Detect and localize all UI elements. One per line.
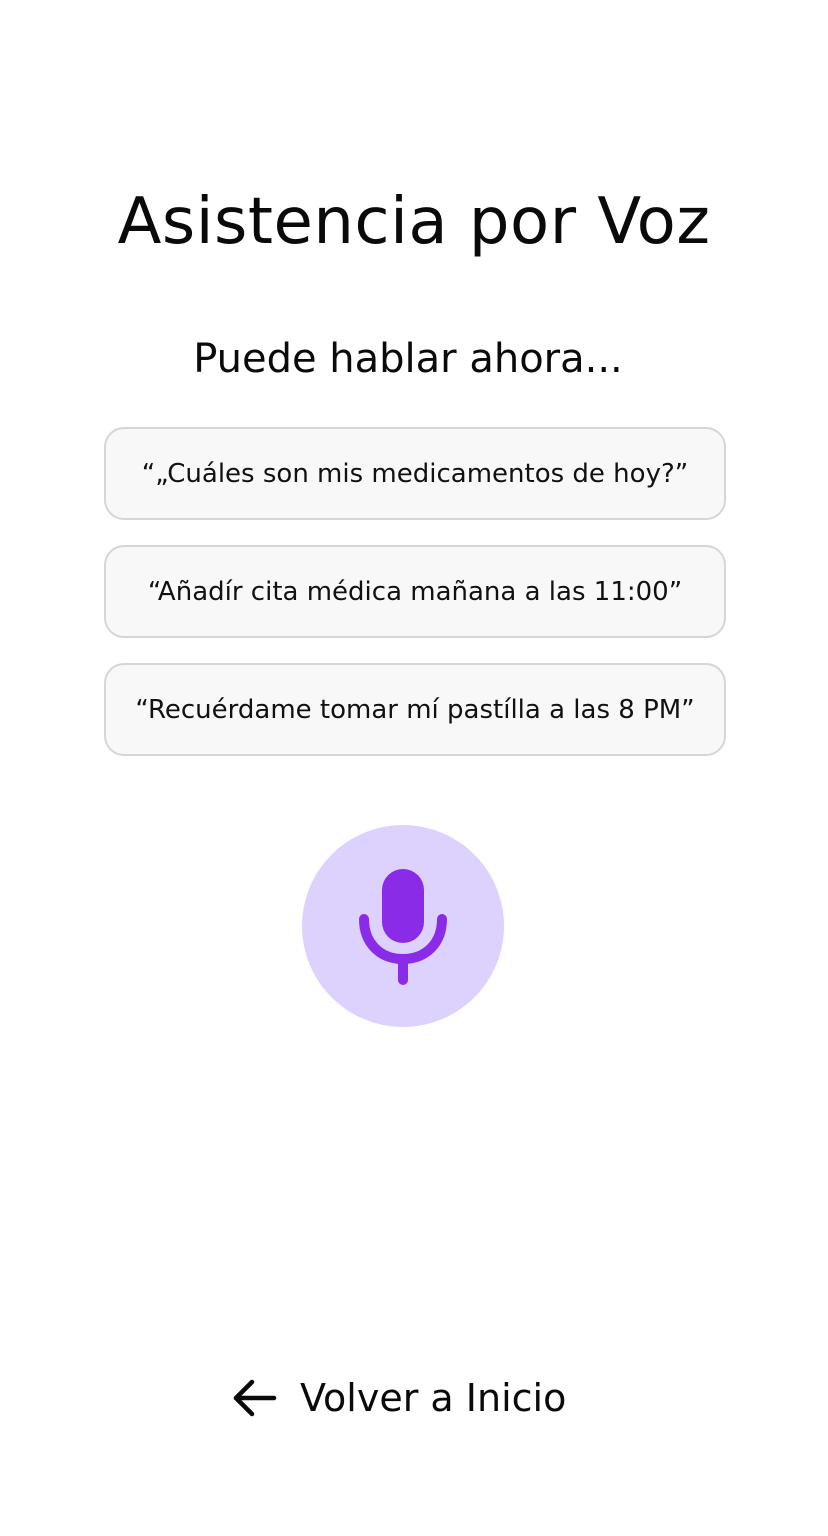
back-label: Volver a Inicio [300,1376,567,1420]
microphone-icon [359,869,447,985]
page-title: Asistencia por Voz [117,185,711,259]
microphone-button[interactable] [302,825,504,1027]
suggestion-list: “„Cuáles son mis medicamentos de hoy?” “… [104,427,726,781]
back-to-home-link[interactable]: Volver a Inicio [232,1370,566,1426]
suggestion-pill-reminder[interactable]: “Recuérdame tomar mí pastílla a las 8 PM… [104,663,726,756]
suggestion-medications[interactable]: “„Cuáles son mis medicamentos de hoy?” [104,427,726,520]
suggestion-add-appointment[interactable]: “Añadír cita médica mañana a las 11:00” [104,545,726,638]
arrow-left-icon [232,1378,278,1418]
listening-status: Puede hablar ahora... [193,336,623,382]
